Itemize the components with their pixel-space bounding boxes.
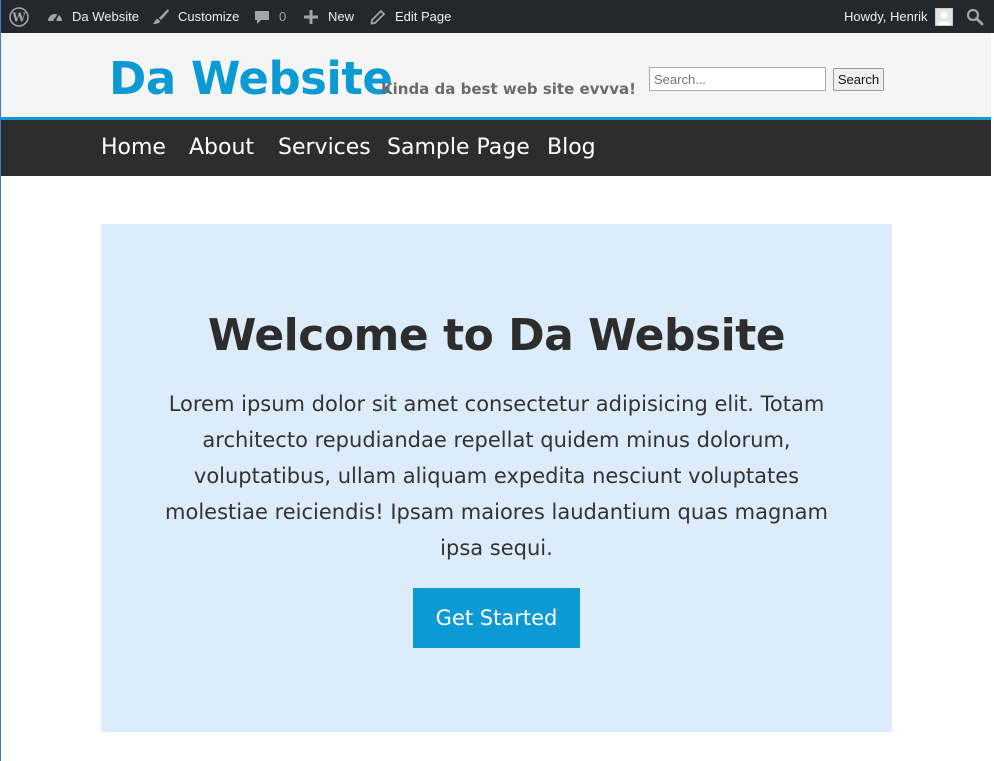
nav-item-services[interactable]: Services (278, 134, 371, 162)
site-tagline: Kinda da best web site evvva! (381, 80, 636, 98)
hero-title: Welcome to Da Website (207, 310, 786, 361)
edit-page-label: Edit Page (395, 9, 452, 24)
hero-section: Welcome to Da Website Lorem ipsum dolor … (101, 224, 892, 732)
svg-text:W: W (11, 10, 26, 24)
nav-item-sample-page[interactable]: Sample Page (387, 134, 530, 162)
get-started-button[interactable]: Get Started (413, 588, 580, 648)
site-name-menu[interactable]: Da Website (45, 0, 139, 33)
my-account-menu[interactable]: Howdy, Henrik (844, 0, 953, 33)
howdy-label: Howdy, Henrik (844, 9, 928, 24)
customize-label: Customize (178, 9, 240, 24)
new-label: New (328, 9, 355, 24)
nav-item-home[interactable]: Home (101, 134, 166, 162)
site-name-label: Da Website (72, 9, 139, 24)
search-input[interactable] (649, 67, 826, 91)
nav-item-blog[interactable]: Blog (547, 134, 596, 162)
comment-icon (252, 7, 272, 27)
comments-count: 0 (279, 9, 287, 24)
search-button[interactable]: Search (833, 68, 884, 91)
search-icon (965, 7, 985, 27)
brush-icon (151, 7, 171, 27)
pencil-icon (368, 7, 388, 27)
avatar (934, 7, 953, 26)
comments-menu[interactable]: 0 (252, 0, 286, 33)
adminbar-search[interactable] (965, 0, 985, 33)
admin-bar: W Da Website Customize 0 New Edit Page H… (1, 0, 994, 33)
plus-icon (301, 7, 321, 27)
wordpress-icon: W (9, 6, 29, 27)
primary-nav: Home About Services Sample Page Blog (1, 120, 991, 176)
site-title[interactable]: Da Website (109, 51, 393, 107)
wp-logo-menu[interactable]: W (9, 0, 29, 33)
new-content-menu[interactable]: New (301, 0, 354, 33)
edit-page-menu[interactable]: Edit Page (368, 0, 451, 33)
customize-menu[interactable]: Customize (151, 0, 239, 33)
site-header: Da Website Kinda da best web site evvva!… (1, 33, 991, 117)
nav-item-about[interactable]: About (189, 134, 254, 162)
dashboard-icon (45, 7, 65, 27)
hero-text: Lorem ipsum dolor sit amet consectetur a… (165, 392, 828, 560)
